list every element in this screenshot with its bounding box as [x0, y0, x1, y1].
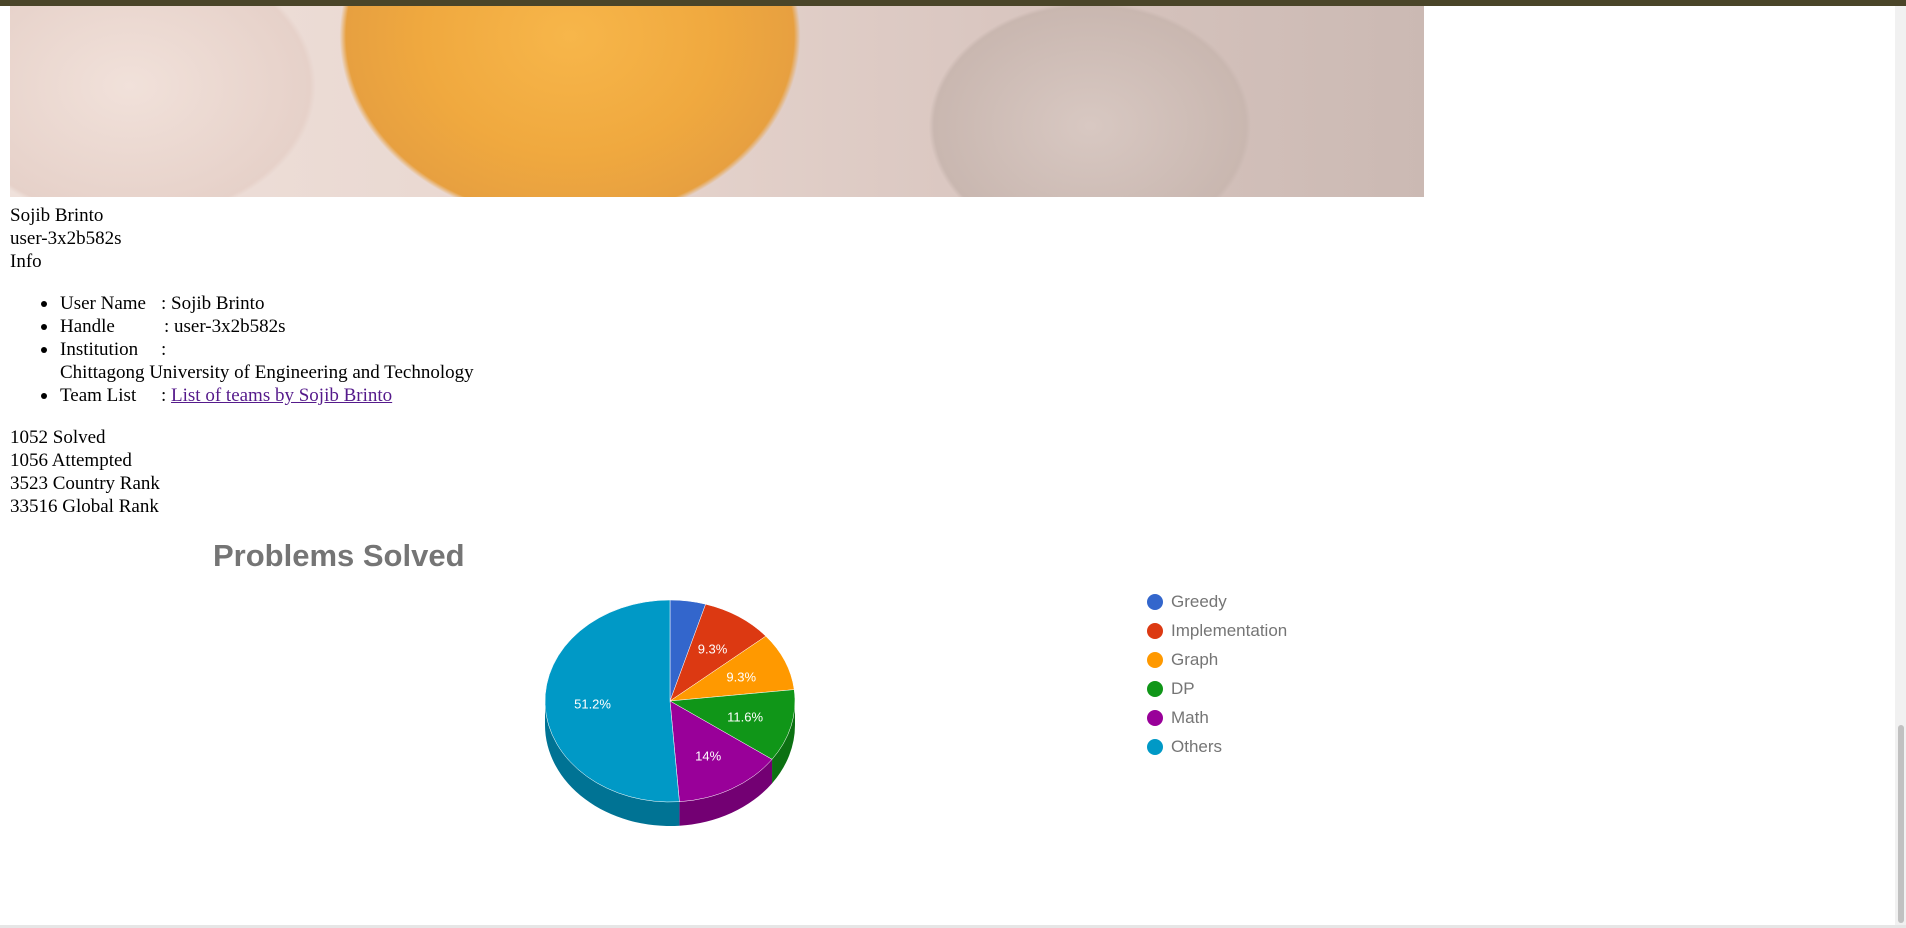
- stats-block: 1052 Solved 1056 Attempted 3523 Country …: [10, 426, 160, 518]
- scrollbar-thumb[interactable]: [1898, 725, 1904, 923]
- chart-legend: Greedy Implementation Graph DP Math Others: [1145, 590, 1287, 764]
- stat-solved: 1052 Solved: [10, 427, 106, 448]
- pie-data-label: 9.3%: [726, 669, 756, 684]
- legend-item-others[interactable]: Others: [1145, 735, 1287, 764]
- profile-cover-photo: [10, 6, 1424, 197]
- legend-label: Graph: [1171, 650, 1219, 669]
- info-separator: :: [161, 339, 167, 360]
- profile-name: Sojib Brinto: [10, 205, 104, 226]
- legend-swatch: [1147, 623, 1163, 639]
- pie-chart: 9.3% 9.3% 11.6% 14% 51.2%: [544, 599, 796, 826]
- info-item-handle: Handle: user-3x2b582s: [41, 315, 474, 338]
- legend-item-graph[interactable]: Graph: [1145, 648, 1287, 677]
- info-item-user-name: User Name: Sojib Brinto: [41, 292, 474, 315]
- info-label: Team List: [60, 385, 137, 406]
- legend-label: Math: [1171, 708, 1209, 727]
- legend-item-implementation[interactable]: Implementation: [1145, 619, 1287, 648]
- stat-country-rank: 3523 Country Rank: [10, 473, 160, 494]
- legend-swatch: [1147, 652, 1163, 668]
- profile-header: Sojib Brinto user-3x2b582s Info: [10, 204, 122, 273]
- stat-global-rank: 33516 Global Rank: [10, 496, 159, 517]
- legend-label: DP: [1171, 679, 1195, 698]
- legend-swatch: [1147, 739, 1163, 755]
- pie-data-label: 14%: [695, 748, 721, 763]
- info-heading: Info: [10, 251, 42, 272]
- legend-swatch: [1147, 710, 1163, 726]
- legend-item-math[interactable]: Math: [1145, 706, 1287, 735]
- stat-attempted: 1056 Attempted: [10, 450, 132, 471]
- info-label: Handle: [60, 316, 115, 337]
- legend-label: Implementation: [1171, 621, 1288, 640]
- info-value: Chittagong University of Engineering and…: [60, 362, 474, 383]
- legend-label: Others: [1171, 737, 1223, 756]
- legend-item-dp[interactable]: DP: [1145, 677, 1287, 706]
- info-label: Institution: [60, 339, 139, 360]
- info-label: User Name: [60, 293, 146, 314]
- pie-data-label: 51.2%: [574, 696, 611, 711]
- team-list-link[interactable]: List of teams by Sojib Brinto: [171, 385, 392, 406]
- pie-data-label: 9.3%: [698, 642, 728, 657]
- pie-data-label: 11.6%: [727, 710, 763, 725]
- legend-swatch: [1147, 681, 1163, 697]
- chart-title: Problems Solved: [213, 538, 465, 573]
- profile-handle: user-3x2b582s: [10, 228, 122, 249]
- info-separator: :: [161, 293, 167, 314]
- info-item-team-list: Team List: List of teams by Sojib Brinto: [41, 384, 474, 407]
- info-value: Sojib Brinto: [171, 293, 265, 314]
- legend-item-greedy[interactable]: Greedy: [1145, 590, 1287, 619]
- legend-label: Greedy: [1171, 592, 1227, 611]
- info-item-institution: Institution: Chittagong University of En…: [41, 338, 474, 384]
- legend-swatch: [1147, 594, 1163, 610]
- info-separator: :: [161, 385, 167, 406]
- info-list: User Name: Sojib Brinto Handle: user-3x2…: [41, 292, 474, 407]
- info-separator: :: [164, 316, 170, 337]
- info-value: user-3x2b582s: [174, 316, 286, 337]
